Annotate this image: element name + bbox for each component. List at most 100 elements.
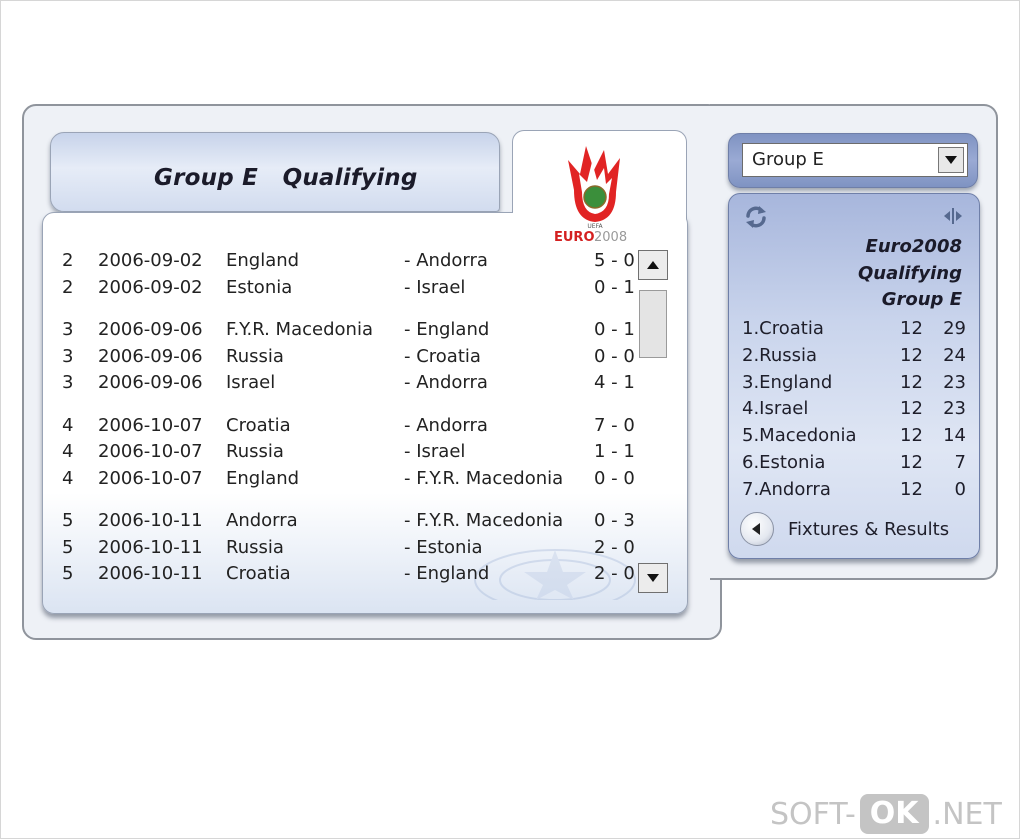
fixtures-list[interactable]: 2 2006-09-02 England - Andorra 5 - 0 2 2006-09… [62, 250, 634, 595]
fixture-row: 5 2006-10-11 Russia - Estonia 2 - 0 [62, 537, 634, 563]
arrow-up-icon [647, 261, 659, 269]
fixture-round: 3 [62, 372, 74, 393]
fixture-round: 2 [62, 250, 74, 271]
fixture-home: Israel [226, 372, 276, 393]
fixture-home: F.Y.R. Macedonia [226, 319, 373, 340]
fixture-score: 2 - 0 [594, 536, 634, 558]
refresh-icon[interactable] [743, 204, 769, 230]
group-select-value: Group E [752, 149, 824, 170]
fixture-score: 2 - 0 [594, 563, 634, 584]
standings-row: 6.Estonia 12 7 [742, 452, 966, 478]
fixture-row: 2 2006-09-02 England - Andorra 5 - 0 [62, 250, 634, 276]
fixture-row: 3 2006-09-06 Israel - Andorra 4 - 1 [62, 372, 634, 398]
logo-uefa: UEFA [587, 223, 603, 230]
scroll-down-button[interactable] [638, 563, 668, 593]
fixture-away: - Andorra [404, 372, 488, 393]
standings-row: 1.Croatia 12 29 [742, 318, 966, 344]
fixture-home: Russia [226, 345, 284, 367]
fixture-row: 3 2006-09-06 F.Y.R. Macedonia - England 0 - … [62, 319, 634, 345]
standings-team: 5.Macedonia [742, 425, 857, 447]
scroll-up-button[interactable] [638, 250, 668, 280]
standings-team: 3.England [742, 371, 833, 393]
fixture-score: 0 - 3 [594, 510, 634, 531]
fixtures-scrollbar[interactable] [638, 250, 668, 593]
back-button[interactable] [740, 512, 774, 546]
fixture-row: 4 2006-10-07 Russia - Israel 1 - 1 [62, 441, 634, 467]
fixture-date: 2006-10-11 [98, 510, 203, 531]
fixture-date: 2006-09-06 [98, 345, 203, 367]
title-qualifying: Qualifying [282, 165, 418, 191]
fixture-away: - F.Y.R. Macedonia [404, 510, 564, 531]
standings-played: 12 [900, 425, 923, 447]
fixture-score: 0 - 1 [594, 276, 634, 298]
watermark-box: OK [859, 794, 929, 834]
standings-points: 23 [943, 398, 966, 420]
fixture-home: Croatia [226, 414, 291, 436]
chevron-down-icon [945, 156, 957, 164]
chevron-left-icon [752, 523, 760, 535]
fixture-home: Andorra [226, 510, 298, 531]
fixture-away: - Andorra [404, 414, 488, 436]
fixture-score: 7 - 0 [594, 414, 634, 436]
resize-icon[interactable] [942, 205, 964, 227]
fixture-round: 4 [62, 414, 74, 436]
fixture-round: 5 [62, 510, 74, 531]
standings-played: 12 [900, 318, 923, 339]
standings-played: 12 [900, 478, 923, 500]
fixture-away: - Croatia [404, 345, 481, 367]
fixture-row: 2 2006-09-02 Estonia - Israel 0 - 1 [62, 277, 634, 303]
fixture-row: 4 2006-10-07 England - F.Y.R. Macedonia 0 - … [62, 468, 634, 494]
standings-team: 7.Andorra [742, 478, 831, 500]
fixture-away: - Israel [404, 276, 466, 298]
group-select-button[interactable] [938, 147, 964, 173]
watermark-right: .NET [932, 796, 1002, 832]
fixture-home: Russia [226, 536, 284, 558]
logo-euro: EURO [554, 230, 595, 244]
fixture-round: 2 [62, 276, 74, 298]
fixture-score: 0 - 1 [594, 319, 634, 340]
standings-points: 24 [943, 344, 966, 366]
watermark-left: SOFT- [770, 796, 856, 832]
standings-title-2: Qualifying [857, 263, 962, 284]
fixture-date: 2006-10-07 [98, 414, 203, 436]
fixture-date: 2006-09-06 [98, 319, 203, 340]
fixture-home: England [226, 250, 300, 271]
fixture-round: 3 [62, 319, 74, 340]
fixtures-results-link[interactable]: Fixtures & Results [740, 512, 970, 548]
fixture-home: Estonia [226, 276, 293, 298]
fixture-date: 2006-10-11 [98, 536, 203, 558]
fixture-date: 2006-09-02 [98, 250, 203, 271]
title-group: Group E [154, 165, 258, 191]
fixture-score: 0 - 0 [594, 467, 634, 489]
site-watermark: SOFT- OK .NET [770, 794, 1002, 834]
fixture-away: - Andorra [404, 250, 488, 271]
standings-team: 2.Russia [742, 344, 818, 366]
standings-points: 23 [943, 371, 966, 393]
standings-points: 7 [954, 452, 966, 473]
fixture-away: - F.Y.R. Macedonia [404, 467, 564, 489]
fixture-away: - Israel [404, 441, 466, 462]
fixture-row: 3 2006-09-06 Russia - Croatia 0 - 0 [62, 346, 634, 372]
scroll-thumb[interactable] [639, 290, 667, 358]
fixture-row: 5 2006-10-11 Andorra - F.Y.R. Macedonia 0 - … [62, 510, 634, 536]
standings-row: 5.Macedonia 12 14 [742, 425, 966, 451]
standings-row: 3.England 12 23 [742, 372, 966, 398]
standings-points: 14 [943, 425, 966, 447]
fixture-score: 0 - 0 [594, 345, 634, 367]
standings-points: 29 [943, 318, 966, 339]
page-title: Group E Qualifying [154, 165, 418, 191]
fixtures-results-label: Fixtures & Results [788, 519, 950, 540]
standings-title-3: Group E [881, 289, 962, 310]
fixture-away: - England [404, 319, 490, 340]
fixture-row: 4 2006-10-07 Croatia - Andorra 7 - 0 [62, 415, 634, 441]
fixture-score: 4 - 1 [594, 372, 634, 393]
standings-title-1: Euro2008 [865, 236, 962, 257]
fixture-round: 5 [62, 563, 74, 584]
standings-played: 12 [900, 452, 923, 473]
group-select[interactable]: Group E [742, 143, 968, 177]
gadget-join [706, 106, 716, 578]
standings-row: 7.Andorra 12 0 [742, 479, 966, 505]
fixture-round: 3 [62, 345, 74, 367]
standings-played: 12 [900, 344, 923, 366]
fixture-date: 2006-09-06 [98, 372, 203, 393]
